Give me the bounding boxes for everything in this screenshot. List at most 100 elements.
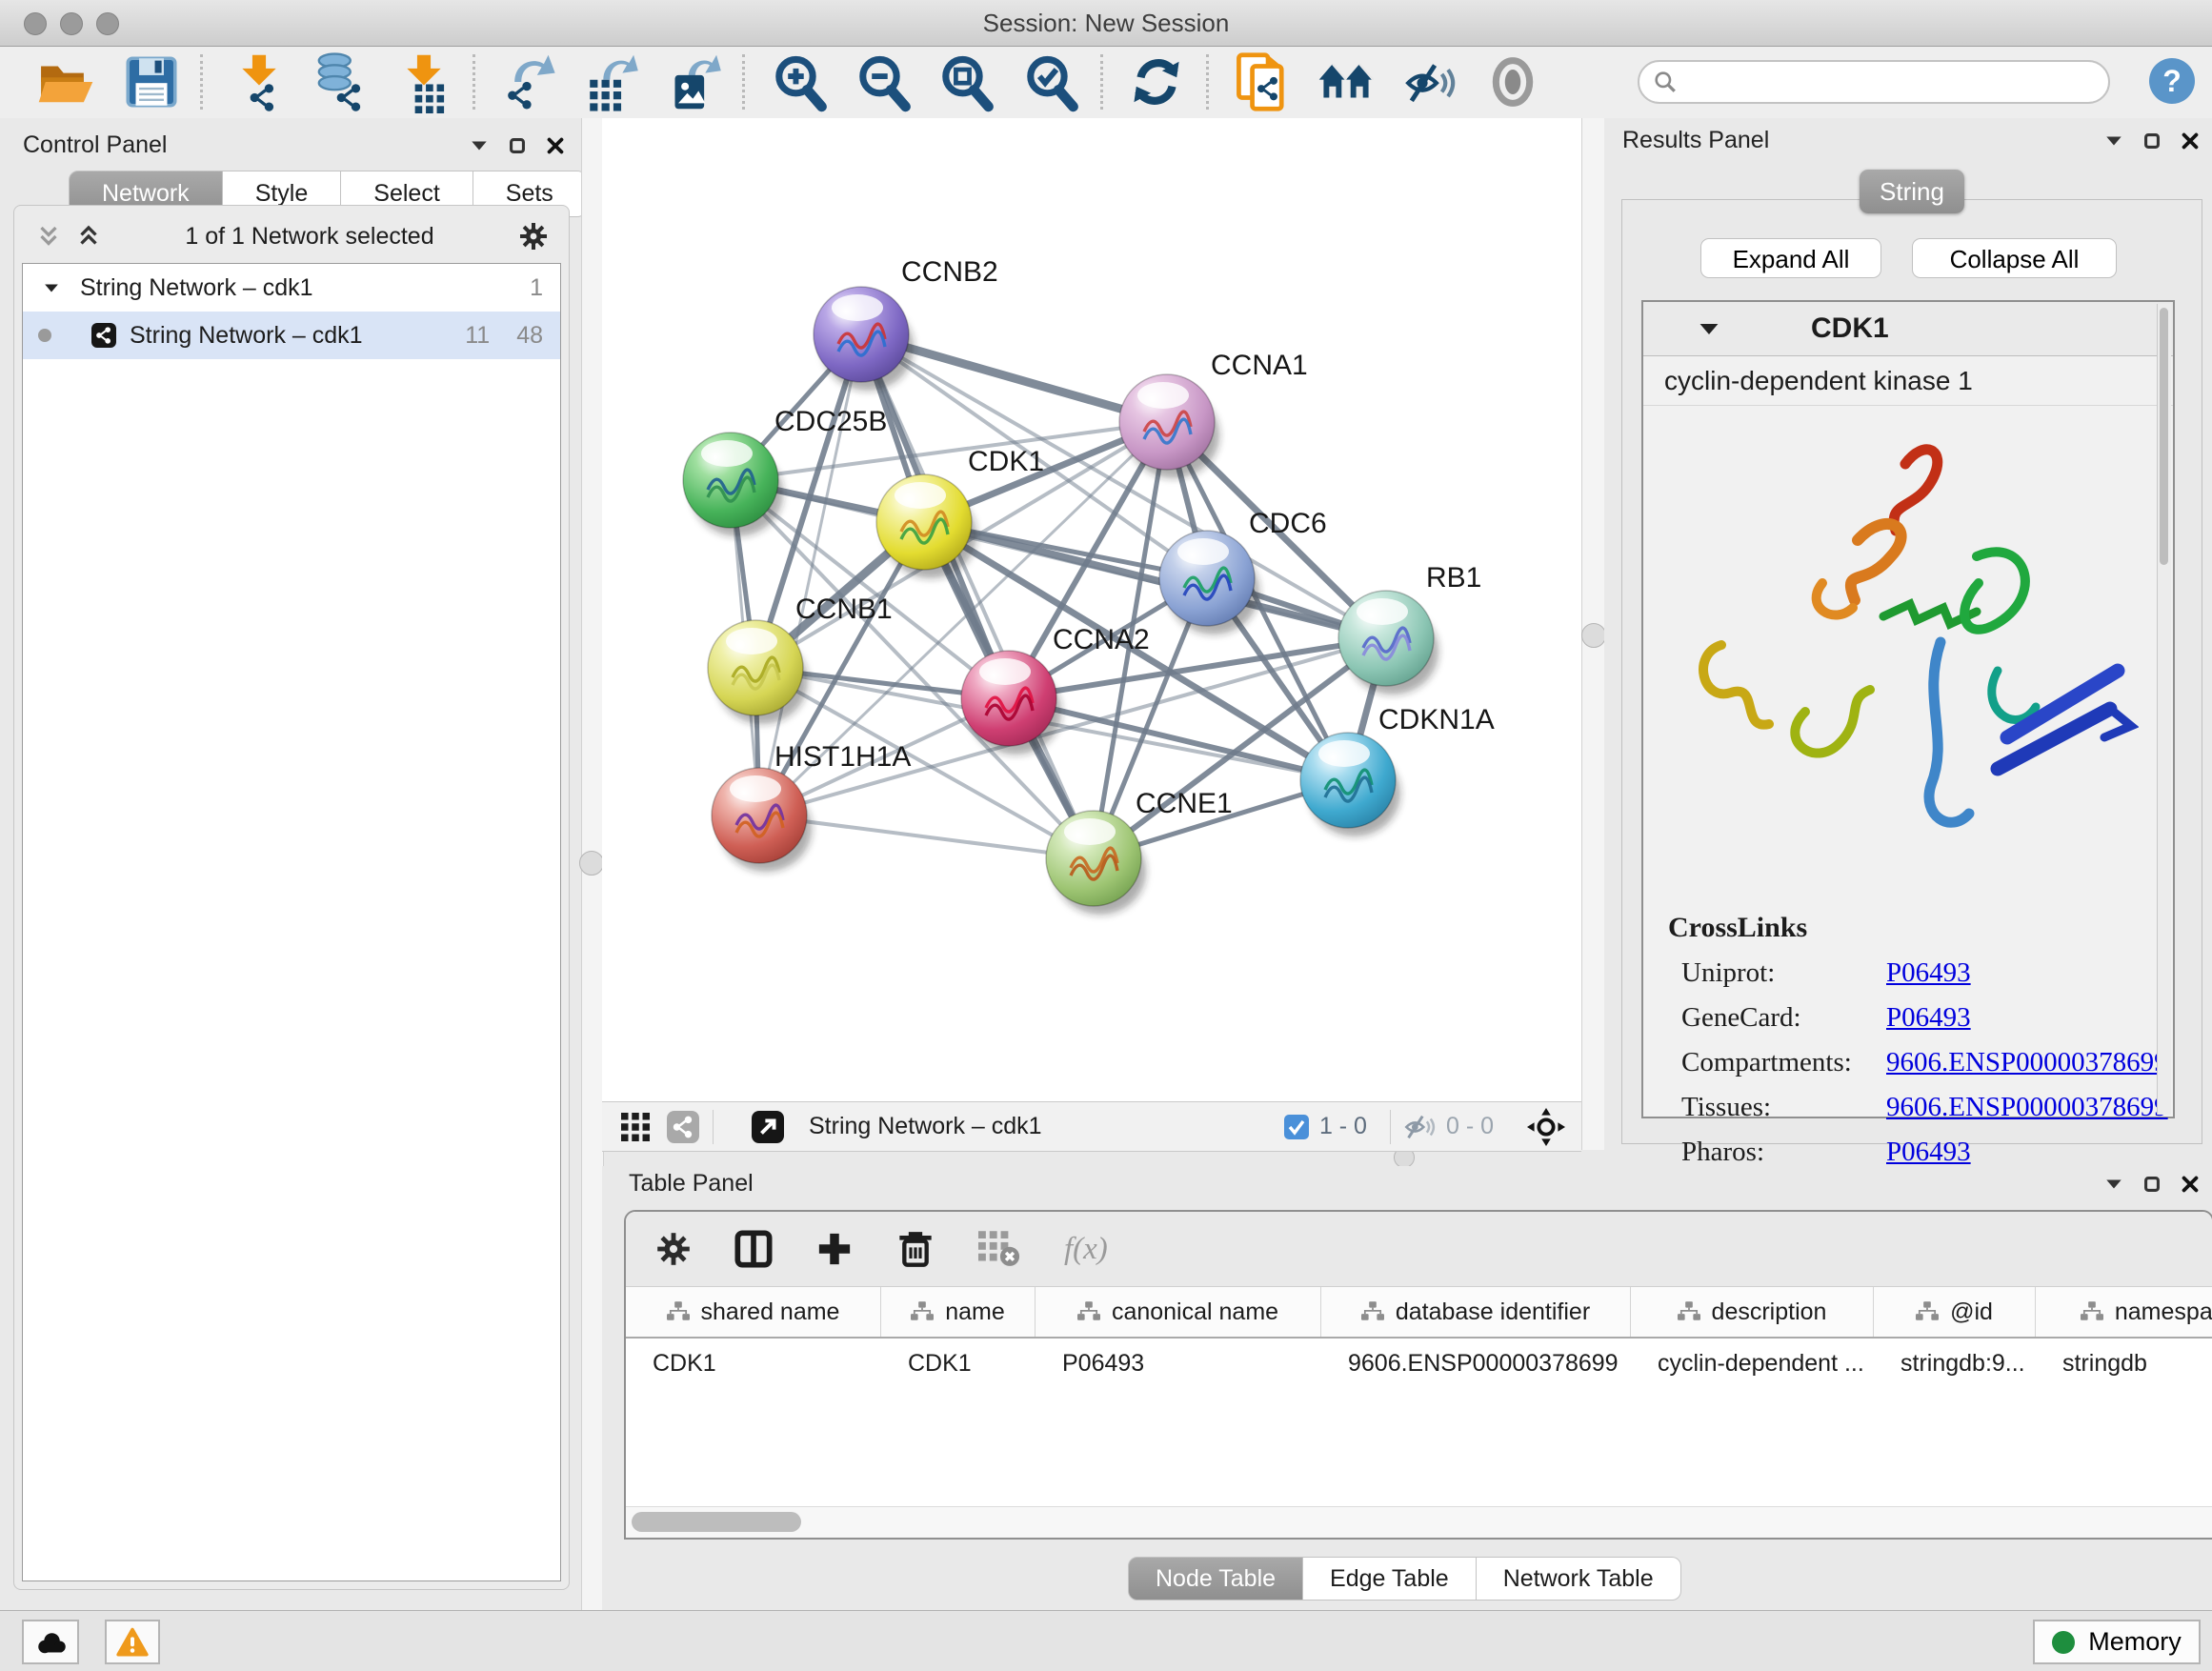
panel-close-icon[interactable] xyxy=(2182,1176,2199,1193)
table-cell[interactable]: stringdb:9... xyxy=(1874,1350,2036,1378)
import-table-icon[interactable] xyxy=(392,50,455,113)
collapse-all-button[interactable]: Collapse All xyxy=(1912,238,2117,278)
panel-menu-icon[interactable] xyxy=(471,140,488,151)
add-column-icon[interactable] xyxy=(816,1231,853,1267)
panel-float-icon[interactable] xyxy=(2143,132,2161,150)
tab-network-table[interactable]: Network Table xyxy=(1477,1557,1681,1601)
column-header[interactable]: description xyxy=(1631,1287,1874,1337)
export-table-icon[interactable] xyxy=(576,50,639,113)
panel-float-icon[interactable] xyxy=(509,137,526,154)
left-splitter-handle[interactable] xyxy=(579,851,604,876)
results-scrollbar-thumb[interactable] xyxy=(2160,308,2168,565)
column-header[interactable]: database identifier xyxy=(1321,1287,1631,1337)
collapse-all-icon[interactable] xyxy=(37,225,60,248)
table-cell[interactable]: 9606.ENSP00000378699 xyxy=(1321,1350,1631,1378)
column-header[interactable]: name xyxy=(881,1287,1036,1337)
table-hscrollbar-thumb[interactable] xyxy=(632,1512,801,1532)
gene-description: cyclin-dependent kinase 1 xyxy=(1643,356,2173,406)
open-file-icon[interactable] xyxy=(34,50,97,113)
column-header[interactable]: shared name xyxy=(626,1287,881,1337)
network-node-ccnb1[interactable]: CCNB1 xyxy=(708,594,893,724)
network-node-hist1h1a[interactable]: HIST1H1A xyxy=(712,741,911,872)
network-list: String Network – cdk1 1 String Network –… xyxy=(22,263,561,1581)
collection-expander-icon[interactable] xyxy=(44,283,59,293)
memory-button[interactable]: Memory xyxy=(2033,1620,2201,1664)
right-splitter-handle[interactable] xyxy=(1581,623,1606,648)
network-row[interactable]: String Network – cdk1 11 48 xyxy=(23,312,560,359)
table-gear-icon[interactable] xyxy=(656,1232,691,1266)
panel-close-icon[interactable] xyxy=(547,137,564,154)
crosslink-link[interactable]: 9606.ENSP00000378699 xyxy=(1886,1092,2168,1123)
zoom-in-icon[interactable] xyxy=(768,50,831,113)
cloud-status-button[interactable] xyxy=(22,1620,79,1664)
column-header[interactable]: namespace xyxy=(2036,1287,2212,1337)
table-cell[interactable]: P06493 xyxy=(1036,1350,1321,1378)
toolbar-separator xyxy=(1390,1110,1391,1144)
tab-edge-table[interactable]: Edge Table xyxy=(1303,1557,1477,1601)
delete-table-icon[interactable] xyxy=(978,1230,1020,1268)
delete-column-icon[interactable] xyxy=(896,1230,935,1268)
column-header[interactable]: canonical name xyxy=(1036,1287,1321,1337)
network-node-rb1[interactable]: RB1 xyxy=(1338,562,1481,695)
table-cell[interactable]: CDK1 xyxy=(626,1350,881,1378)
network-node-ccnb2[interactable]: CCNB2 xyxy=(814,256,998,391)
export-network-icon[interactable] xyxy=(494,50,557,113)
panel-float-icon[interactable] xyxy=(2143,1176,2161,1193)
show-columns-icon[interactable] xyxy=(734,1230,773,1268)
gene-expander-icon[interactable] xyxy=(1699,322,1719,336)
results-scrollbar[interactable] xyxy=(2157,304,2171,1115)
column-header[interactable]: @id xyxy=(1874,1287,2036,1337)
memory-label: Memory xyxy=(2088,1627,2182,1657)
hidden-eye-icon[interactable] xyxy=(1404,1114,1437,1140)
function-builder-icon[interactable]: f(x) xyxy=(1064,1232,1108,1267)
external-link-icon[interactable] xyxy=(752,1111,784,1143)
export-image-icon[interactable] xyxy=(659,50,722,113)
search-input[interactable] xyxy=(1678,68,2081,96)
show-selected-icon[interactable] xyxy=(1481,50,1544,113)
node-label: CCNA1 xyxy=(1211,350,1308,381)
share-view-icon[interactable] xyxy=(667,1111,699,1143)
crosslink-link[interactable]: P06493 xyxy=(1886,957,1971,989)
crosslink-link[interactable]: P06493 xyxy=(1886,1002,1971,1034)
panel-menu-icon[interactable] xyxy=(2105,135,2122,147)
import-network-database-icon[interactable] xyxy=(308,50,371,113)
selected-counts: 1 - 0 xyxy=(1319,1113,1367,1140)
help-icon[interactable]: ? xyxy=(2147,56,2197,106)
table-cell[interactable]: stringdb xyxy=(2036,1350,2212,1378)
grid-view-icon[interactable] xyxy=(621,1113,650,1141)
table-row[interactable]: CDK1CDK1P064939606.ENSP00000378699cyclin… xyxy=(626,1339,2212,1388)
expand-all-button[interactable]: Expand All xyxy=(1700,238,1881,278)
gene-section-header[interactable]: CDK1 xyxy=(1643,302,2173,356)
zoom-selected-icon[interactable] xyxy=(1019,50,1082,113)
table-cell[interactable]: cyclin-dependent ... xyxy=(1631,1350,1874,1378)
panel-close-icon[interactable] xyxy=(2182,132,2199,150)
network-view-canvas[interactable]: CCNB2CCNA1CDC25BCDK1CDC6RB1CCNB1CCNA2CDK… xyxy=(602,118,1581,1101)
warning-status-button[interactable] xyxy=(105,1620,160,1664)
crosslink-link[interactable]: P06493 xyxy=(1886,1137,1971,1168)
table-cell[interactable]: CDK1 xyxy=(881,1350,1036,1378)
selected-checkbox-icon[interactable] xyxy=(1283,1114,1310,1140)
expand-all-icon[interactable] xyxy=(77,225,100,248)
network-node-ccne1[interactable]: CCNE1 xyxy=(1046,788,1233,915)
table-hscrollbar[interactable] xyxy=(626,1506,2212,1538)
hide-selected-icon[interactable] xyxy=(1398,50,1460,113)
show-all-networks-icon[interactable] xyxy=(1315,50,1377,113)
gear-icon[interactable] xyxy=(519,222,548,251)
network-node-cdkn1a[interactable]: CDKN1A xyxy=(1300,704,1495,836)
network-edge[interactable] xyxy=(861,334,1094,858)
zoom-out-icon[interactable] xyxy=(852,50,915,113)
import-network-icon[interactable] xyxy=(228,50,291,113)
panel-menu-icon[interactable] xyxy=(2105,1178,2122,1190)
tab-node-table[interactable]: Node Table xyxy=(1128,1557,1303,1601)
fit-crosshair-icon[interactable] xyxy=(1526,1107,1566,1147)
tab-string[interactable]: String xyxy=(1860,170,1964,213)
refresh-layout-icon[interactable] xyxy=(1125,50,1188,113)
network-collection-row[interactable]: String Network – cdk1 1 xyxy=(23,264,560,312)
save-session-icon[interactable] xyxy=(120,50,183,113)
network-node-ccna1[interactable]: CCNA1 xyxy=(1119,350,1308,478)
crosslink-label: Compartments: xyxy=(1681,1047,1886,1078)
zoom-fit-icon[interactable] xyxy=(935,50,997,113)
gene-name: CDK1 xyxy=(1811,312,1889,345)
clone-network-icon[interactable] xyxy=(1230,50,1293,113)
crosslink-link[interactable]: 9606.ENSP00000378699 xyxy=(1886,1047,2168,1078)
